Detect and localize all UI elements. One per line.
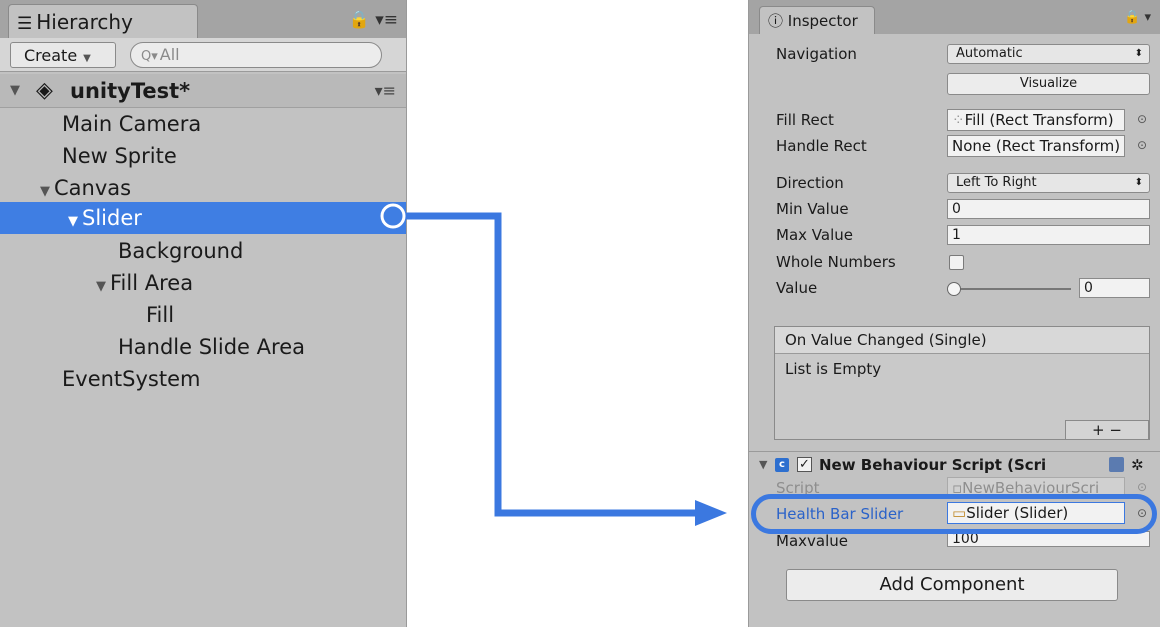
whole-numbers-checkbox[interactable]: [949, 255, 964, 270]
event-header: On Value Changed (Single): [775, 327, 1149, 354]
min-value-field[interactable]: 0: [947, 199, 1150, 219]
list-icon: ☰: [17, 14, 33, 34]
lock-menu-icon[interactable]: 🔒 ▾≡: [349, 10, 398, 30]
create-button[interactable]: Create ▼: [10, 42, 116, 68]
value-label: Value: [776, 279, 818, 297]
highlight-ring: [751, 494, 1157, 534]
expand-arrow-icon[interactable]: ▼: [759, 452, 767, 478]
object-picker-icon: ⊙: [1137, 480, 1148, 494]
value-slider-thumb[interactable]: [947, 282, 961, 296]
tree-item-label: Fill Area: [110, 271, 194, 295]
on-value-changed-event: On Value Changed (Single) List is Empty …: [774, 326, 1150, 440]
add-component-button[interactable]: Add Component: [786, 569, 1118, 601]
lock-menu-icon[interactable]: 🔒 ▾: [1124, 10, 1151, 25]
event-empty-text: List is Empty: [785, 360, 882, 378]
arrowhead-icon: [695, 500, 727, 526]
hierarchy-tab-label: Hierarchy: [36, 10, 133, 34]
tree-item-fill[interactable]: Fill: [0, 299, 406, 331]
maxvalue-label: Maxvalue: [776, 532, 848, 550]
search-input[interactable]: Q▾ All: [130, 42, 382, 68]
max-value-field[interactable]: 1: [947, 225, 1150, 245]
scene-name: unityTest*: [70, 79, 191, 103]
expand-arrow-icon[interactable]: ▼: [96, 279, 106, 294]
scene-menu-icon[interactable]: ▾≡: [375, 74, 396, 108]
direction-value: Left To Right: [956, 175, 1037, 190]
direction-label: Direction: [776, 174, 844, 192]
hierarchy-tab[interactable]: ☰ Hierarchy: [8, 4, 198, 38]
handle-rect-label: Handle Rect: [776, 137, 867, 155]
expand-arrow-icon[interactable]: ▼: [68, 214, 78, 229]
object-picker-icon[interactable]: ⊙: [1137, 138, 1147, 152]
tree-item-slider[interactable]: ▼ Slider: [0, 202, 406, 234]
scene-row[interactable]: ▼ ◈ unityTest* ▾≡: [0, 74, 406, 108]
tree-item-label: Main Camera: [62, 112, 202, 136]
component-header[interactable]: ▼ c ✓ New Behaviour Script (Scri ✲: [749, 451, 1160, 479]
search-placeholder: All: [159, 45, 180, 64]
help-book-icon[interactable]: [1109, 457, 1124, 472]
rect-transform-icon: ⁘: [952, 111, 965, 129]
navigation-value: Automatic: [956, 46, 1023, 61]
expand-arrow-icon[interactable]: ▼: [10, 74, 20, 108]
tree-item-eventsystem[interactable]: EventSystem: [0, 363, 406, 395]
chevron-down-icon: ▼: [83, 53, 91, 64]
inspector-tab-bar: ⓘ Inspector 🔒 ▾: [749, 0, 1160, 34]
tree-item-main-camera[interactable]: Main Camera: [0, 108, 406, 140]
hierarchy-tab-bar: ☰ Hierarchy 🔒 ▾≡: [0, 0, 406, 38]
handle-rect-field[interactable]: None (Rect Transform): [947, 135, 1125, 157]
dropdown-caret-icon: ⬍: [1134, 48, 1143, 59]
tree-item-background[interactable]: Background: [0, 235, 406, 267]
navigation-label: Navigation: [776, 45, 857, 63]
tree-item-handle-slide-area[interactable]: Handle Slide Area: [0, 331, 406, 363]
info-icon: ⓘ: [768, 12, 788, 30]
min-value-label: Min Value: [776, 200, 849, 218]
max-value-label: Max Value: [776, 226, 853, 244]
create-label: Create: [24, 46, 78, 65]
tree-item-label: Canvas: [54, 176, 132, 200]
tree-item-fill-area[interactable]: ▼ Fill Area: [0, 267, 406, 299]
inspector-tab[interactable]: ⓘ Inspector: [759, 6, 875, 34]
tree-item-label: New Sprite: [62, 144, 177, 168]
component-title: New Behaviour Script (Scri: [819, 456, 1047, 474]
hierarchy-panel: ☰ Hierarchy 🔒 ▾≡ Create ▼ Q▾ All ▼ ◈ unityT…: [0, 0, 407, 627]
unity-logo-icon: ◈: [36, 78, 53, 103]
tree-item-label: Slider: [82, 206, 142, 230]
navigation-dropdown[interactable]: Automatic ⬍: [947, 44, 1150, 64]
tree-item-label: Background: [118, 239, 244, 263]
value-field[interactable]: 0: [1079, 278, 1150, 298]
connector-line: [406, 212, 695, 517]
tree-item-new-sprite[interactable]: New Sprite: [0, 140, 406, 172]
fill-rect-field[interactable]: ⁘Fill (Rect Transform): [947, 109, 1125, 131]
object-picker-icon[interactable]: ⊙: [1137, 112, 1147, 126]
event-add-remove-buttons[interactable]: + −: [1065, 420, 1149, 440]
script-icon: c: [775, 458, 789, 472]
direction-dropdown[interactable]: Left To Right ⬍: [947, 173, 1150, 193]
whole-numbers-label: Whole Numbers: [776, 253, 896, 271]
visualize-button[interactable]: Visualize: [947, 73, 1150, 95]
search-icon: Q▾: [141, 49, 158, 64]
fill-rect-value: Fill (Rect Transform): [964, 111, 1114, 129]
expand-arrow-icon[interactable]: ▼: [40, 184, 50, 199]
dropdown-caret-icon: ⬍: [1134, 177, 1143, 188]
gear-icon[interactable]: ✲: [1131, 452, 1144, 478]
hierarchy-toolbar: Create ▼ Q▾ All: [0, 38, 406, 72]
component-enabled-checkbox[interactable]: ✓: [797, 457, 812, 472]
tree-item-label: Fill: [146, 303, 175, 327]
tree-item-label: Handle Slide Area: [118, 335, 305, 359]
tree-item-canvas[interactable]: ▼ Canvas: [0, 172, 406, 204]
fill-rect-label: Fill Rect: [776, 111, 834, 129]
value-slider-track[interactable]: [953, 288, 1071, 290]
inspector-tab-label: Inspector: [787, 12, 858, 30]
tree-item-label: EventSystem: [62, 367, 201, 391]
